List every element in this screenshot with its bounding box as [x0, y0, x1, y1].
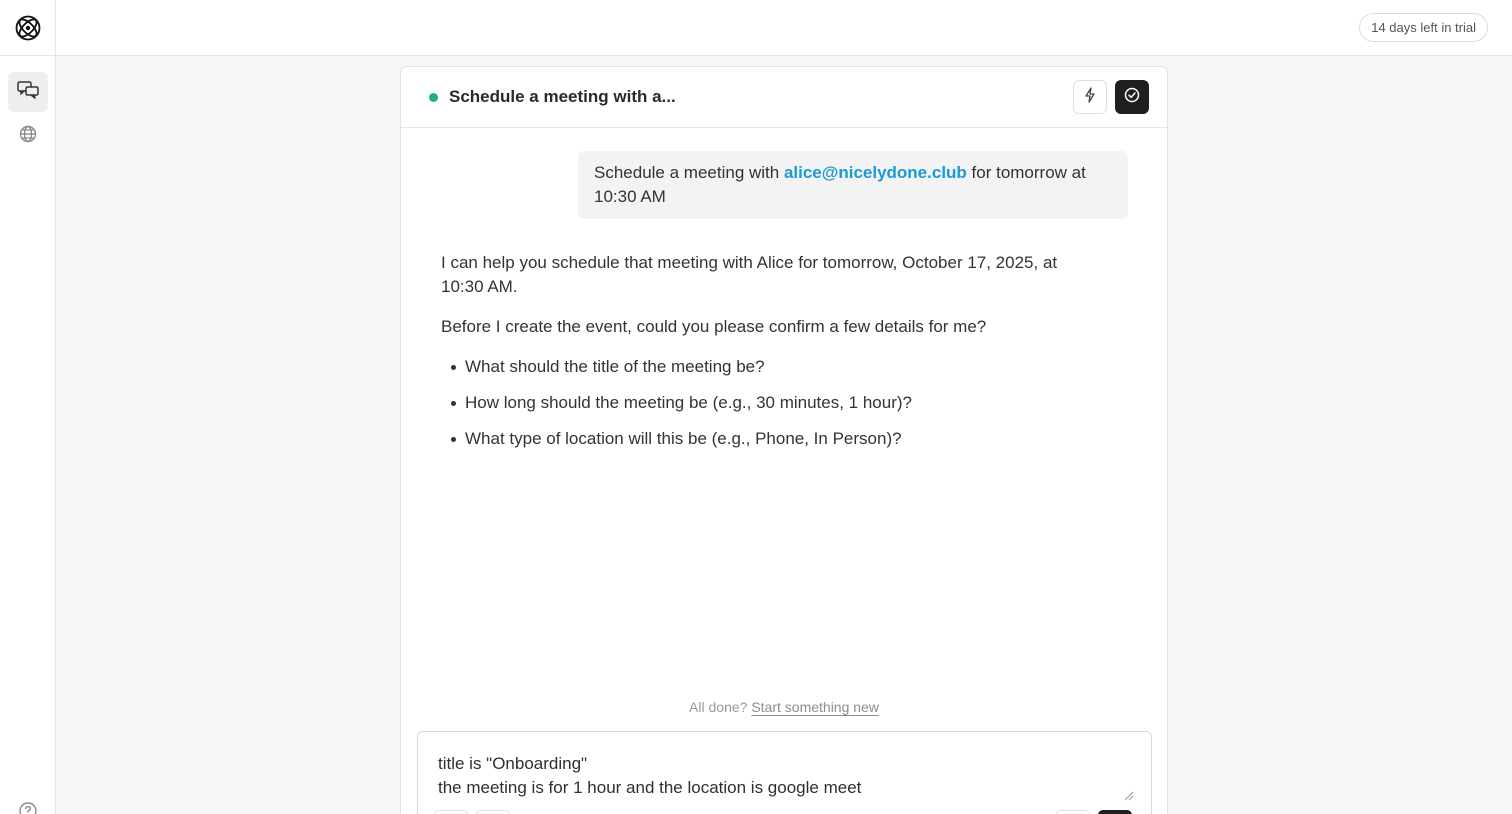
sidebar-item-web[interactable]	[8, 116, 48, 156]
complete-task-button[interactable]	[1115, 80, 1149, 114]
globe-icon	[19, 125, 37, 148]
email-link[interactable]: alice@nicelydone.club	[784, 163, 967, 182]
user-message: Schedule a meeting with alice@nicelydone…	[578, 151, 1128, 219]
assistant-paragraph: I can help you schedule that meeting wit…	[441, 253, 1058, 296]
start-new-link[interactable]: Start something new	[751, 699, 879, 715]
lightning-icon	[1083, 86, 1097, 108]
send-button[interactable]	[1098, 810, 1132, 814]
check-circle-icon	[1124, 87, 1140, 108]
all-done-footer: All done? Start something new	[401, 699, 1167, 715]
question-list: What should the title of the meeting be?…	[441, 355, 1101, 451]
top-bar: 14 days left in trial	[0, 0, 1512, 56]
trial-badge[interactable]: 14 days left in trial	[1359, 13, 1488, 42]
resize-grip-icon[interactable]	[1124, 788, 1134, 806]
assistant-paragraph: Before I create the event, could you ple…	[441, 317, 987, 336]
chat-title: Schedule a meeting with a...	[449, 87, 676, 106]
user-message-text: Schedule a meeting with	[594, 163, 784, 182]
atom-logo-icon[interactable]	[0, 0, 56, 56]
list-item: What should the title of the meeting be?	[441, 355, 1101, 379]
app-root: 14 days left in trial Schedule a meeting…	[0, 0, 1512, 814]
help-circle-icon[interactable]	[18, 801, 38, 814]
tools-button[interactable]	[476, 810, 510, 814]
chat-header: Schedule a meeting with a...	[401, 67, 1167, 128]
all-done-label: All done?	[689, 699, 748, 715]
message-composer[interactable]: title is "Onboarding" the meeting is for…	[417, 731, 1152, 814]
list-item: What type of location will this be (e.g.…	[441, 427, 1101, 451]
voice-button[interactable]	[1056, 810, 1090, 814]
quick-action-button[interactable]	[1073, 80, 1107, 114]
message-input[interactable]: title is "Onboarding" the meeting is for…	[438, 752, 1128, 800]
chat-bubbles-icon	[17, 80, 39, 104]
status-dot	[429, 93, 438, 102]
sidebar-item-chats[interactable]	[8, 72, 48, 112]
sidebar	[0, 56, 56, 814]
list-item: How long should the meeting be (e.g., 30…	[441, 391, 1101, 415]
attach-button[interactable]	[434, 810, 468, 814]
chat-panel: Schedule a meeting with a... Schedule a …	[400, 66, 1168, 814]
assistant-message: I can help you schedule that meeting wit…	[441, 251, 1101, 463]
